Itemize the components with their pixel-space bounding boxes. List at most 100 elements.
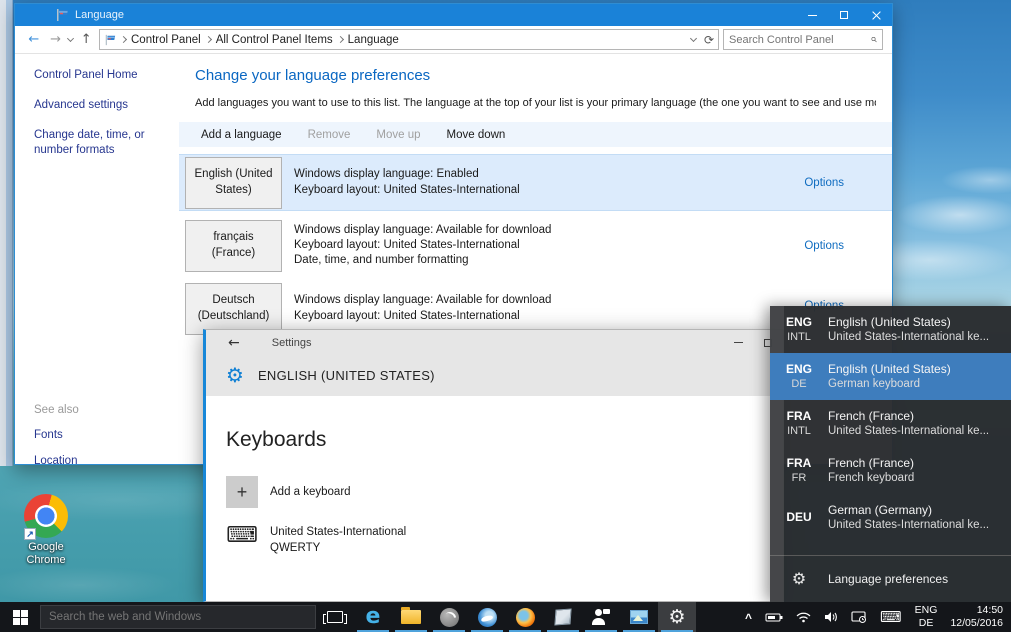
popup-item-fra-intl[interactable]: FRA INTL French (France) United States-I… (770, 400, 1011, 447)
back-button[interactable]: ← (25, 32, 43, 47)
clock[interactable]: 14:50 12/05/2016 (950, 604, 1003, 630)
notes-app-icon (554, 608, 571, 625)
input-keyboard-code: DE (915, 617, 938, 630)
edge-icon: e (366, 606, 381, 628)
popup-item-eng-de-selected[interactable]: ENG DE English (United States) German ke… (770, 353, 1011, 400)
sidebar-item-location[interactable]: Location (34, 454, 164, 469)
language-tile[interactable]: français (France) (185, 220, 282, 272)
language-preferences-button[interactable]: ⚙ Language preferences (770, 556, 1011, 601)
move-down-button[interactable]: Move down (447, 129, 506, 141)
popup-language-name: French (France) (828, 408, 989, 424)
people-app-button[interactable] (582, 602, 620, 632)
system-tray: ^ ⌨ ENG DE 14:50 12/05/201 (745, 602, 1011, 632)
thunderbird-button[interactable] (468, 602, 506, 632)
crumb-separator-icon (205, 36, 212, 43)
wifi-icon[interactable] (796, 612, 811, 623)
gray-browser-button[interactable] (430, 602, 468, 632)
settings-app-button[interactable]: ⚙ (658, 602, 696, 632)
address-dropdown-icon[interactable] (690, 34, 697, 41)
edge-button[interactable]: e (354, 602, 392, 632)
crumb-separator-icon (120, 36, 127, 43)
popup-item-fra-fr[interactable]: FRA FR French (France) French keyboard (770, 447, 1011, 494)
gear-icon: ⚙ (770, 569, 828, 588)
forward-button[interactable]: → (47, 32, 65, 47)
settings-window: ← Settings ⚙ ENGLISH (UNITED STATES) Key… (203, 329, 784, 602)
folder-icon (401, 610, 421, 624)
language-code: FRA (770, 456, 828, 472)
keyboard-code: FR (770, 471, 828, 485)
sidebar-item-home[interactable]: Control Panel Home (34, 68, 164, 83)
sidebar-item-advanced-settings[interactable]: Advanced settings (34, 98, 164, 113)
speaker-icon[interactable] (824, 611, 838, 623)
chrome-desktop-shortcut[interactable]: ↗ Google Chrome (8, 494, 84, 566)
notification-icon[interactable] (851, 611, 867, 623)
notes-app-button[interactable] (544, 602, 582, 632)
settings-titlebar[interactable]: ← Settings (206, 330, 783, 355)
firefox-icon (516, 608, 535, 627)
language-row-french[interactable]: français (France) Windows display langua… (179, 217, 892, 274)
sidebar-item-change-formats[interactable]: Change date, time, or number formats (34, 128, 164, 158)
start-button[interactable] (0, 602, 40, 632)
address-toolbar: ← → ↑ Control Panel All Control Panel It… (15, 26, 892, 54)
language-code: DEU (770, 510, 828, 526)
address-bar[interactable]: Control Panel All Control Panel Items La… (99, 29, 719, 50)
maximize-button[interactable] (828, 4, 860, 26)
page-description: Add languages you want to use to this li… (195, 97, 876, 109)
minimize-icon (808, 15, 817, 16)
settings-window-title: Settings (272, 337, 312, 349)
minimize-icon (734, 342, 743, 343)
refresh-icon[interactable]: ⟳ (704, 33, 714, 47)
close-button[interactable] (860, 4, 892, 26)
touch-keyboard-icon[interactable]: ⌨ (880, 610, 902, 625)
battery-icon[interactable] (765, 612, 783, 623)
input-indicator[interactable]: ENG DE (915, 604, 938, 630)
language-detail-line: Date, time, and number formatting (294, 253, 551, 268)
language-code: ENG (770, 362, 828, 378)
taskbar-search-input[interactable] (49, 611, 307, 623)
language-detail-line: Keyboard layout: United States-Internati… (294, 309, 551, 324)
file-explorer-button[interactable] (392, 602, 430, 632)
windows-logo-icon (13, 610, 28, 625)
language-code: FRA (770, 409, 828, 425)
taskbar-search[interactable] (40, 605, 316, 629)
tray-chevron-up-icon[interactable]: ^ (745, 611, 752, 625)
gray-circle-app-icon (440, 608, 459, 627)
breadcrumb-all-items[interactable]: All Control Panel Items (216, 34, 333, 46)
sidebar-item-fonts[interactable]: Fonts (34, 428, 164, 443)
options-link[interactable]: Options (804, 177, 844, 189)
maximize-icon (840, 11, 848, 19)
up-button[interactable]: ↑ (77, 32, 95, 47)
breadcrumb-control-panel[interactable]: Control Panel (131, 34, 201, 46)
back-button[interactable]: ← (228, 335, 240, 351)
shortcut-arrow-icon: ↗ (24, 528, 36, 540)
history-dropdown-icon[interactable] (67, 34, 74, 41)
titlebar[interactable]: Language (15, 4, 892, 26)
language-detail-line: Keyboard layout: United States-Internati… (294, 238, 551, 253)
language-tile[interactable]: Deutsch (Deutschland) (185, 283, 282, 335)
minimize-button[interactable] (796, 4, 828, 26)
popup-language-name: English (United States) (828, 361, 951, 377)
add-language-button[interactable]: Add a language (201, 129, 282, 141)
gear-icon: ⚙ (668, 608, 685, 627)
window-title: Language (75, 9, 124, 21)
popup-item-deu[interactable]: DEU German (Germany) United States-Inter… (770, 494, 1011, 541)
search-input[interactable] (729, 34, 871, 46)
breadcrumb-language[interactable]: Language (348, 34, 399, 46)
language-preferences-label: Language preferences (828, 572, 948, 586)
firefox-button[interactable] (506, 602, 544, 632)
add-keyboard-button[interactable]: + Add a keyboard (226, 476, 783, 508)
photos-icon (630, 610, 648, 624)
options-link[interactable]: Options (804, 240, 844, 252)
input-language-popup: ENG INTL English (United States) United … (770, 306, 1011, 602)
keyboard-list-item[interactable]: ⌨ United States-International QWERTY (226, 525, 783, 556)
task-view-button[interactable] (316, 602, 354, 632)
see-also-label: See also (34, 404, 164, 416)
popup-item-eng-intl[interactable]: ENG INTL English (United States) United … (770, 306, 1011, 353)
photos-app-button[interactable] (620, 602, 658, 632)
control-panel-search[interactable] (723, 29, 883, 50)
minimize-button[interactable] (723, 330, 753, 355)
language-tile[interactable]: English (United States) (185, 157, 282, 209)
language-row-english[interactable]: English (United States) Windows display … (179, 154, 892, 211)
chrome-shortcut-label: Google Chrome (8, 541, 84, 566)
language-detail-line: Windows display language: Available for … (294, 223, 551, 238)
